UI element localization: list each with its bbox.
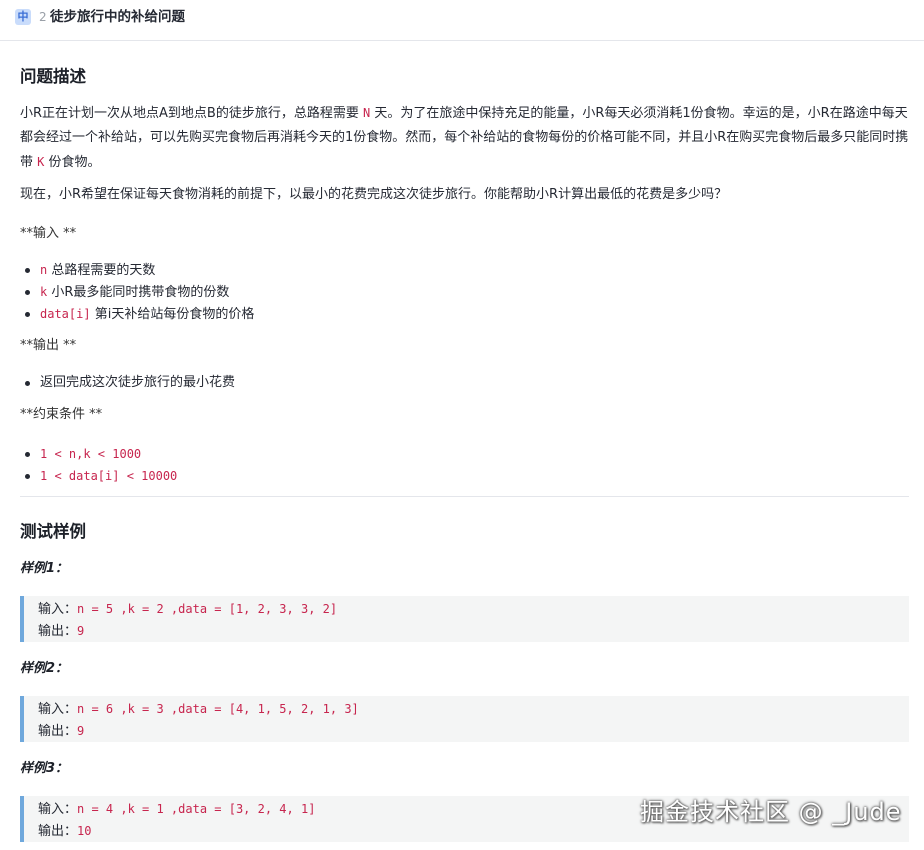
output-value: 9 bbox=[77, 724, 85, 738]
constraint-code: 1 < data[i] < 10000 bbox=[40, 469, 178, 483]
section-divider bbox=[20, 496, 909, 497]
description-text: 份食物。 bbox=[48, 155, 101, 170]
constraint-item: 1 < n,k < 1000 bbox=[24, 444, 142, 465]
input-value: n = 5 ,k = 2 ,data = [1, 2, 3, 3, 2] bbox=[77, 602, 338, 616]
output-prefix: 输出： bbox=[38, 824, 78, 839]
constraint-code: 1 < n,k < 1000 bbox=[40, 447, 142, 461]
sample-output-line: 输出：9 bbox=[38, 721, 84, 742]
output-prefix: 输出： bbox=[38, 724, 78, 739]
input-item-text: 第i天补给站每份食物的价格 bbox=[90, 307, 255, 322]
description-text: 小R正在计划一次从地点A到地点B的徒步旅行，总路程需要 bbox=[20, 106, 359, 121]
description-heading: 问题描述 bbox=[20, 67, 86, 86]
input-item-k: k 小R最多能同时携带食物的份数 bbox=[24, 282, 230, 303]
sample-output-line: 输出：9 bbox=[38, 621, 84, 642]
difficulty-badge: 中 bbox=[15, 9, 31, 25]
problem-number: 2 bbox=[39, 10, 47, 24]
output-value: 10 bbox=[77, 824, 92, 838]
sample-input-line: 输入：n = 4 ,k = 1 ,data = [3, 2, 4, 1] bbox=[38, 799, 315, 820]
output-item: 返回完成这次徒步旅行的最小花费 bbox=[24, 373, 235, 393]
input-value: n = 4 ,k = 1 ,data = [3, 2, 4, 1] bbox=[77, 802, 316, 816]
tests-heading: 测试样例 bbox=[20, 522, 86, 541]
sample-input-line: 输入：n = 6 ,k = 3 ,data = [4, 1, 5, 2, 1, … bbox=[38, 699, 359, 720]
input-prefix: 输入： bbox=[38, 702, 78, 717]
sample-block-1: 输入：n = 5 ,k = 2 ,data = [1, 2, 3, 3, 2] … bbox=[20, 596, 909, 642]
sample-input-line: 输入：n = 5 ,k = 2 ,data = [1, 2, 3, 3, 2] bbox=[38, 599, 337, 620]
inline-code-k: K bbox=[37, 155, 45, 169]
input-item-data: data[i] 第i天补给站每份食物的价格 bbox=[24, 304, 255, 325]
sample-label-3: 样例3： bbox=[20, 761, 69, 776]
sample-label-2: 样例2： bbox=[20, 661, 69, 676]
input-item-text: 小R最多能同时携带食物的份数 bbox=[47, 285, 230, 300]
problem-header: 中 2 徒步旅行中的补给问题 bbox=[0, 0, 924, 41]
input-item-n: n 总路程需要的天数 bbox=[24, 260, 156, 281]
constraints-label: **约束条件 ** bbox=[20, 407, 103, 422]
input-value: n = 6 ,k = 3 ,data = [4, 1, 5, 2, 1, 3] bbox=[77, 702, 359, 716]
input-label: **输入 ** bbox=[20, 226, 77, 241]
input-item-text: 总路程需要的天数 bbox=[47, 263, 156, 278]
output-value: 9 bbox=[77, 624, 85, 638]
sample-output-line: 输出：10 bbox=[38, 821, 91, 842]
inline-code-n: N bbox=[363, 106, 371, 120]
input-item-code: data[i] bbox=[40, 307, 91, 321]
constraint-item: 1 < data[i] < 10000 bbox=[24, 466, 178, 487]
input-prefix: 输入： bbox=[38, 802, 78, 817]
input-prefix: 输入： bbox=[38, 602, 78, 617]
sample-block-2: 输入：n = 6 ,k = 3 ,data = [4, 1, 5, 2, 1, … bbox=[20, 696, 909, 742]
description-paragraph-1: 小R正在计划一次从地点A到地点B的徒步旅行，总路程需要 N 天。为了在旅途中保持… bbox=[20, 101, 910, 175]
sample-label-1: 样例1： bbox=[20, 561, 69, 576]
description-paragraph-2: 现在，小R希望在保证每天食物消耗的前提下，以最小的花费完成这次徒步旅行。你能帮助… bbox=[20, 187, 728, 202]
problem-title: 徒步旅行中的补给问题 bbox=[50, 9, 185, 25]
watermark: 掘金技术社区 @ _Jude bbox=[640, 798, 902, 826]
output-prefix: 输出： bbox=[38, 624, 78, 639]
output-label: **输出 ** bbox=[20, 338, 77, 353]
